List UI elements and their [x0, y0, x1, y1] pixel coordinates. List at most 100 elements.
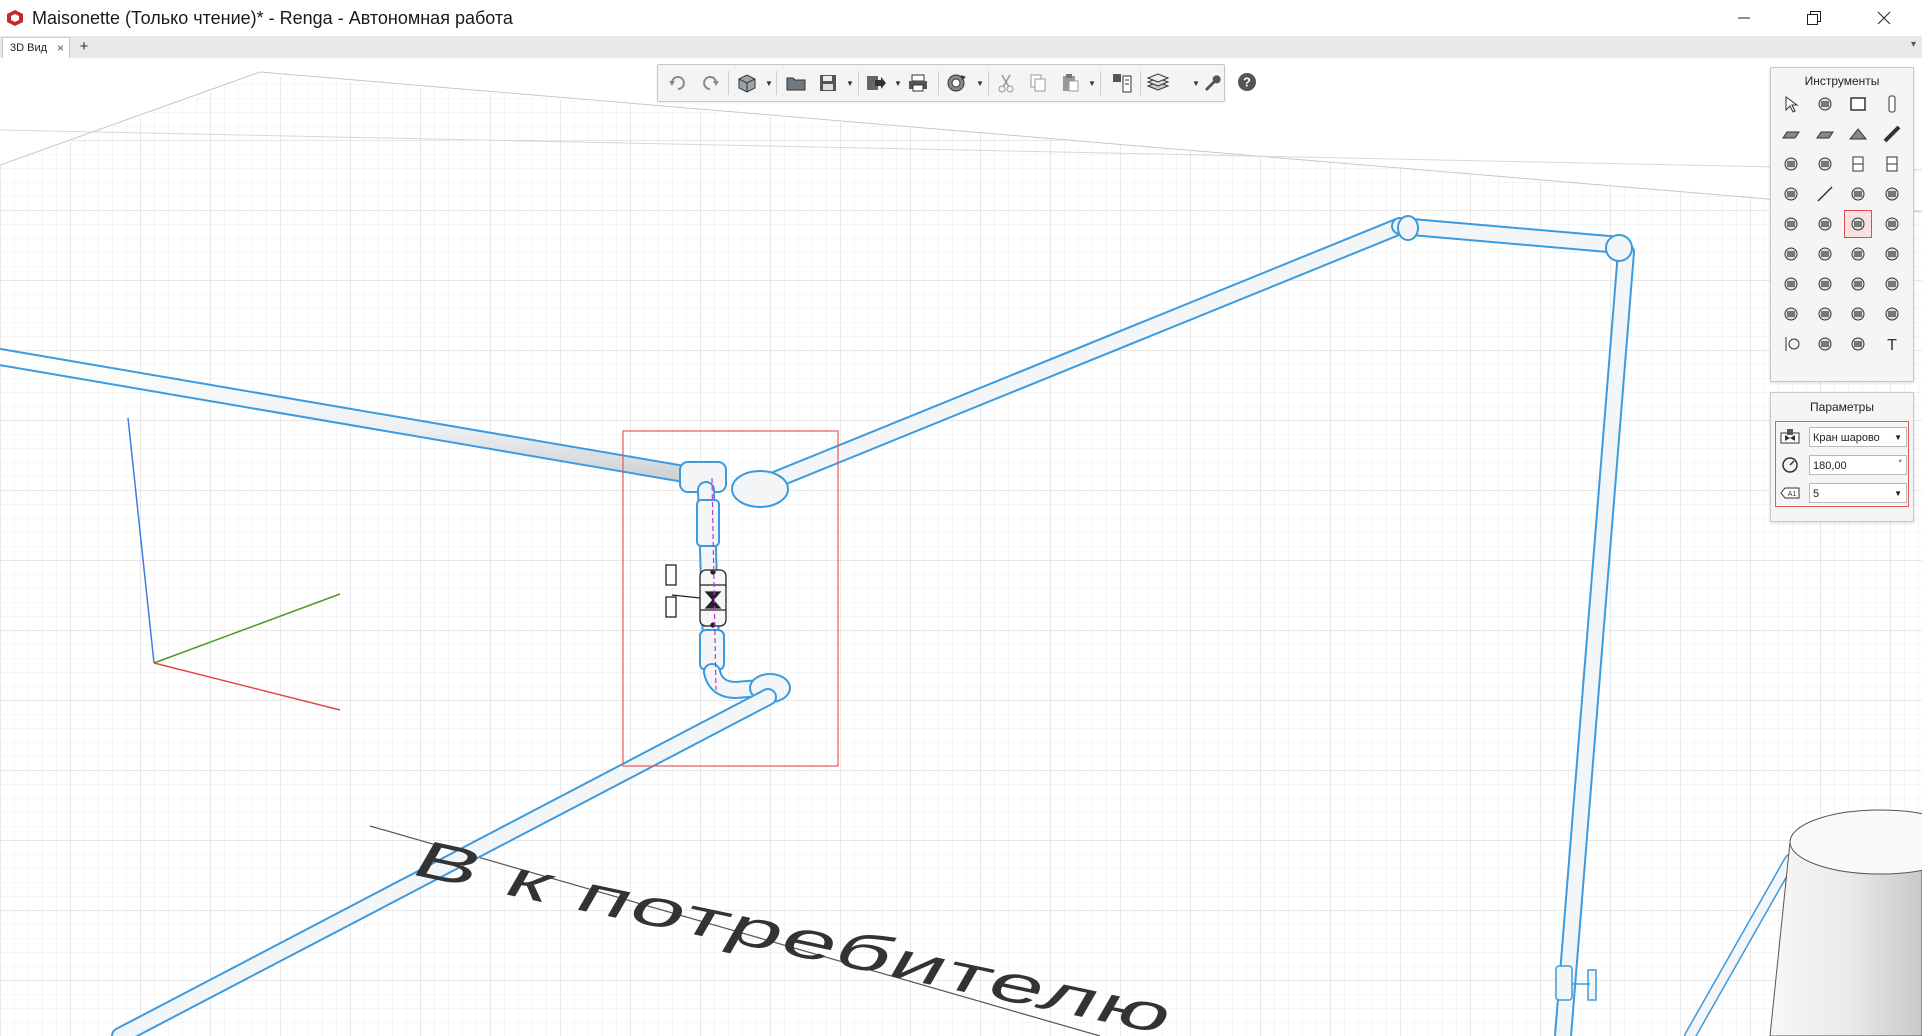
- panel-tool-button[interactable]: [1777, 300, 1805, 328]
- beam-icon: [1883, 125, 1900, 143]
- tabs-dropdown-icon[interactable]: ▾: [1911, 39, 1916, 50]
- help-button[interactable]: ?: [1235, 70, 1259, 94]
- axis-icon: [1785, 337, 1800, 351]
- lamp-tool-button[interactable]: [1811, 270, 1839, 298]
- hatch-icon: [1818, 97, 1831, 111]
- pump-tool-button[interactable]: [1777, 240, 1805, 268]
- beam-tool-button[interactable]: [1878, 120, 1906, 148]
- param-row-level: A1 5 ▼: [1777, 481, 1907, 505]
- save-button[interactable]: [816, 71, 840, 95]
- elbow-tool-button[interactable]: [1844, 240, 1872, 268]
- wall-icon: [1782, 131, 1800, 139]
- equipment-icon: [1851, 187, 1865, 201]
- ramp-tool-button[interactable]: [1811, 150, 1839, 178]
- accessory-icon: [1818, 217, 1831, 231]
- minimize-button[interactable]: [1716, 0, 1772, 36]
- params-panel: Параметры Кран шарово ▼ 180,00 ° A1 5 ▼: [1770, 392, 1914, 522]
- select-tool-button[interactable]: [1777, 90, 1805, 118]
- text-icon: T: [1887, 337, 1897, 354]
- railing-tool-button[interactable]: [1777, 180, 1805, 208]
- undo-button[interactable]: [666, 71, 690, 95]
- add-tab-button[interactable]: +: [74, 37, 94, 57]
- dimension-tool-button[interactable]: [1811, 330, 1839, 358]
- document-tab-bar: 3D Вид × + ▾: [0, 36, 1922, 59]
- room-tool-button[interactable]: [1844, 90, 1872, 118]
- levels-dropdown-icon[interactable]: ▼: [1192, 79, 1200, 88]
- paste-button[interactable]: [1058, 71, 1082, 95]
- stairs-tool-button[interactable]: [1777, 150, 1805, 178]
- polyhedron-tool-button[interactable]: [1811, 300, 1839, 328]
- window-tool-button[interactable]: [1878, 150, 1906, 178]
- toolbar-separator: [1100, 71, 1101, 95]
- print-button[interactable]: [906, 71, 930, 95]
- sync-button[interactable]: [944, 71, 968, 95]
- element-tool-button[interactable]: [1844, 300, 1872, 328]
- copy-icon: [1030, 74, 1046, 92]
- sensor-tool-button[interactable]: [1777, 270, 1805, 298]
- 3d-viewport[interactable]: В к потребителю: [0, 58, 1922, 1036]
- scene-canvas[interactable]: [0, 58, 1922, 1036]
- cut-button[interactable]: [994, 71, 1018, 95]
- view-cube-button[interactable]: [734, 71, 758, 95]
- angle-unit: °: [1898, 458, 1902, 468]
- export-button[interactable]: [864, 71, 888, 95]
- line-tool-button[interactable]: [1811, 180, 1839, 208]
- svg-text:A1: A1: [1788, 491, 1797, 498]
- wrench-button[interactable]: [1200, 70, 1224, 94]
- level-select[interactable]: 5 ▼: [1809, 483, 1907, 503]
- stairs-icon: [1784, 157, 1798, 171]
- axis-tool-button[interactable]: [1777, 330, 1805, 358]
- ball-valve-tool-button[interactable]: [1844, 210, 1872, 238]
- pipe-fitting-tool-button[interactable]: [1878, 210, 1906, 238]
- hatch-tool-button[interactable]: [1811, 90, 1839, 118]
- layout-icon: [1113, 74, 1132, 93]
- close-window-button[interactable]: [1856, 0, 1912, 36]
- toolbar-separator: [776, 71, 777, 95]
- device-tool-button[interactable]: [1878, 270, 1906, 298]
- levels-button[interactable]: [1146, 71, 1170, 95]
- duct-tool-button[interactable]: [1878, 180, 1906, 208]
- close-icon: [1877, 11, 1891, 25]
- select-icon: [1785, 96, 1799, 113]
- column-tool-button[interactable]: [1878, 90, 1906, 118]
- ramp-icon: [1818, 157, 1831, 171]
- assembly-tool-button[interactable]: [1878, 300, 1906, 328]
- equipment-tool-button[interactable]: [1844, 180, 1872, 208]
- line-icon: [1816, 186, 1833, 202]
- open-button[interactable]: [784, 71, 808, 95]
- svg-text:T: T: [1887, 337, 1897, 354]
- roof-tool-button[interactable]: [1844, 120, 1872, 148]
- pump-icon: [1784, 247, 1798, 261]
- angle-input[interactable]: 180,00 °: [1809, 455, 1907, 475]
- paste-dropdown-icon[interactable]: ▼: [1088, 79, 1096, 88]
- layout-button[interactable]: [1110, 71, 1134, 95]
- title-bar: Maisonette (Только чтение)* - Renga - Ав…: [0, 0, 1922, 37]
- pipe-tool-button[interactable]: [1878, 240, 1906, 268]
- valve-box-tool-button[interactable]: [1811, 240, 1839, 268]
- view-cube-dropdown-icon[interactable]: ▼: [765, 79, 773, 88]
- door-icon: [1852, 156, 1864, 172]
- fan-tool-button[interactable]: [1844, 270, 1872, 298]
- fixture-tool-button[interactable]: [1777, 210, 1805, 238]
- door-tool-button[interactable]: [1844, 150, 1872, 178]
- section-tool-button[interactable]: [1844, 330, 1872, 358]
- tank-object[interactable]: [1769, 809, 1922, 1036]
- restore-button[interactable]: [1786, 0, 1842, 36]
- copy-button[interactable]: [1026, 71, 1050, 95]
- export-dropdown-icon[interactable]: ▼: [894, 79, 902, 88]
- tab-3d-view[interactable]: 3D Вид ×: [2, 37, 70, 59]
- slab-tool-button[interactable]: [1811, 120, 1839, 148]
- text-tool-button[interactable]: T: [1878, 330, 1906, 358]
- redo-button[interactable]: [698, 71, 722, 95]
- sensor-icon: [1784, 277, 1798, 291]
- accessory-tool-button[interactable]: [1811, 210, 1839, 238]
- save-dropdown-icon[interactable]: ▼: [846, 79, 854, 88]
- wall-tool-button[interactable]: [1777, 120, 1805, 148]
- sync-dropdown-icon[interactable]: ▼: [976, 79, 984, 88]
- param-row-angle: 180,00 °: [1777, 453, 1907, 477]
- valve-type-select[interactable]: Кран шарово ▼: [1809, 427, 1907, 447]
- sync-icon: [947, 74, 966, 92]
- room-icon: [1850, 97, 1866, 111]
- tab-close-icon[interactable]: ×: [57, 41, 64, 55]
- rotation-angle-icon: [1782, 457, 1798, 473]
